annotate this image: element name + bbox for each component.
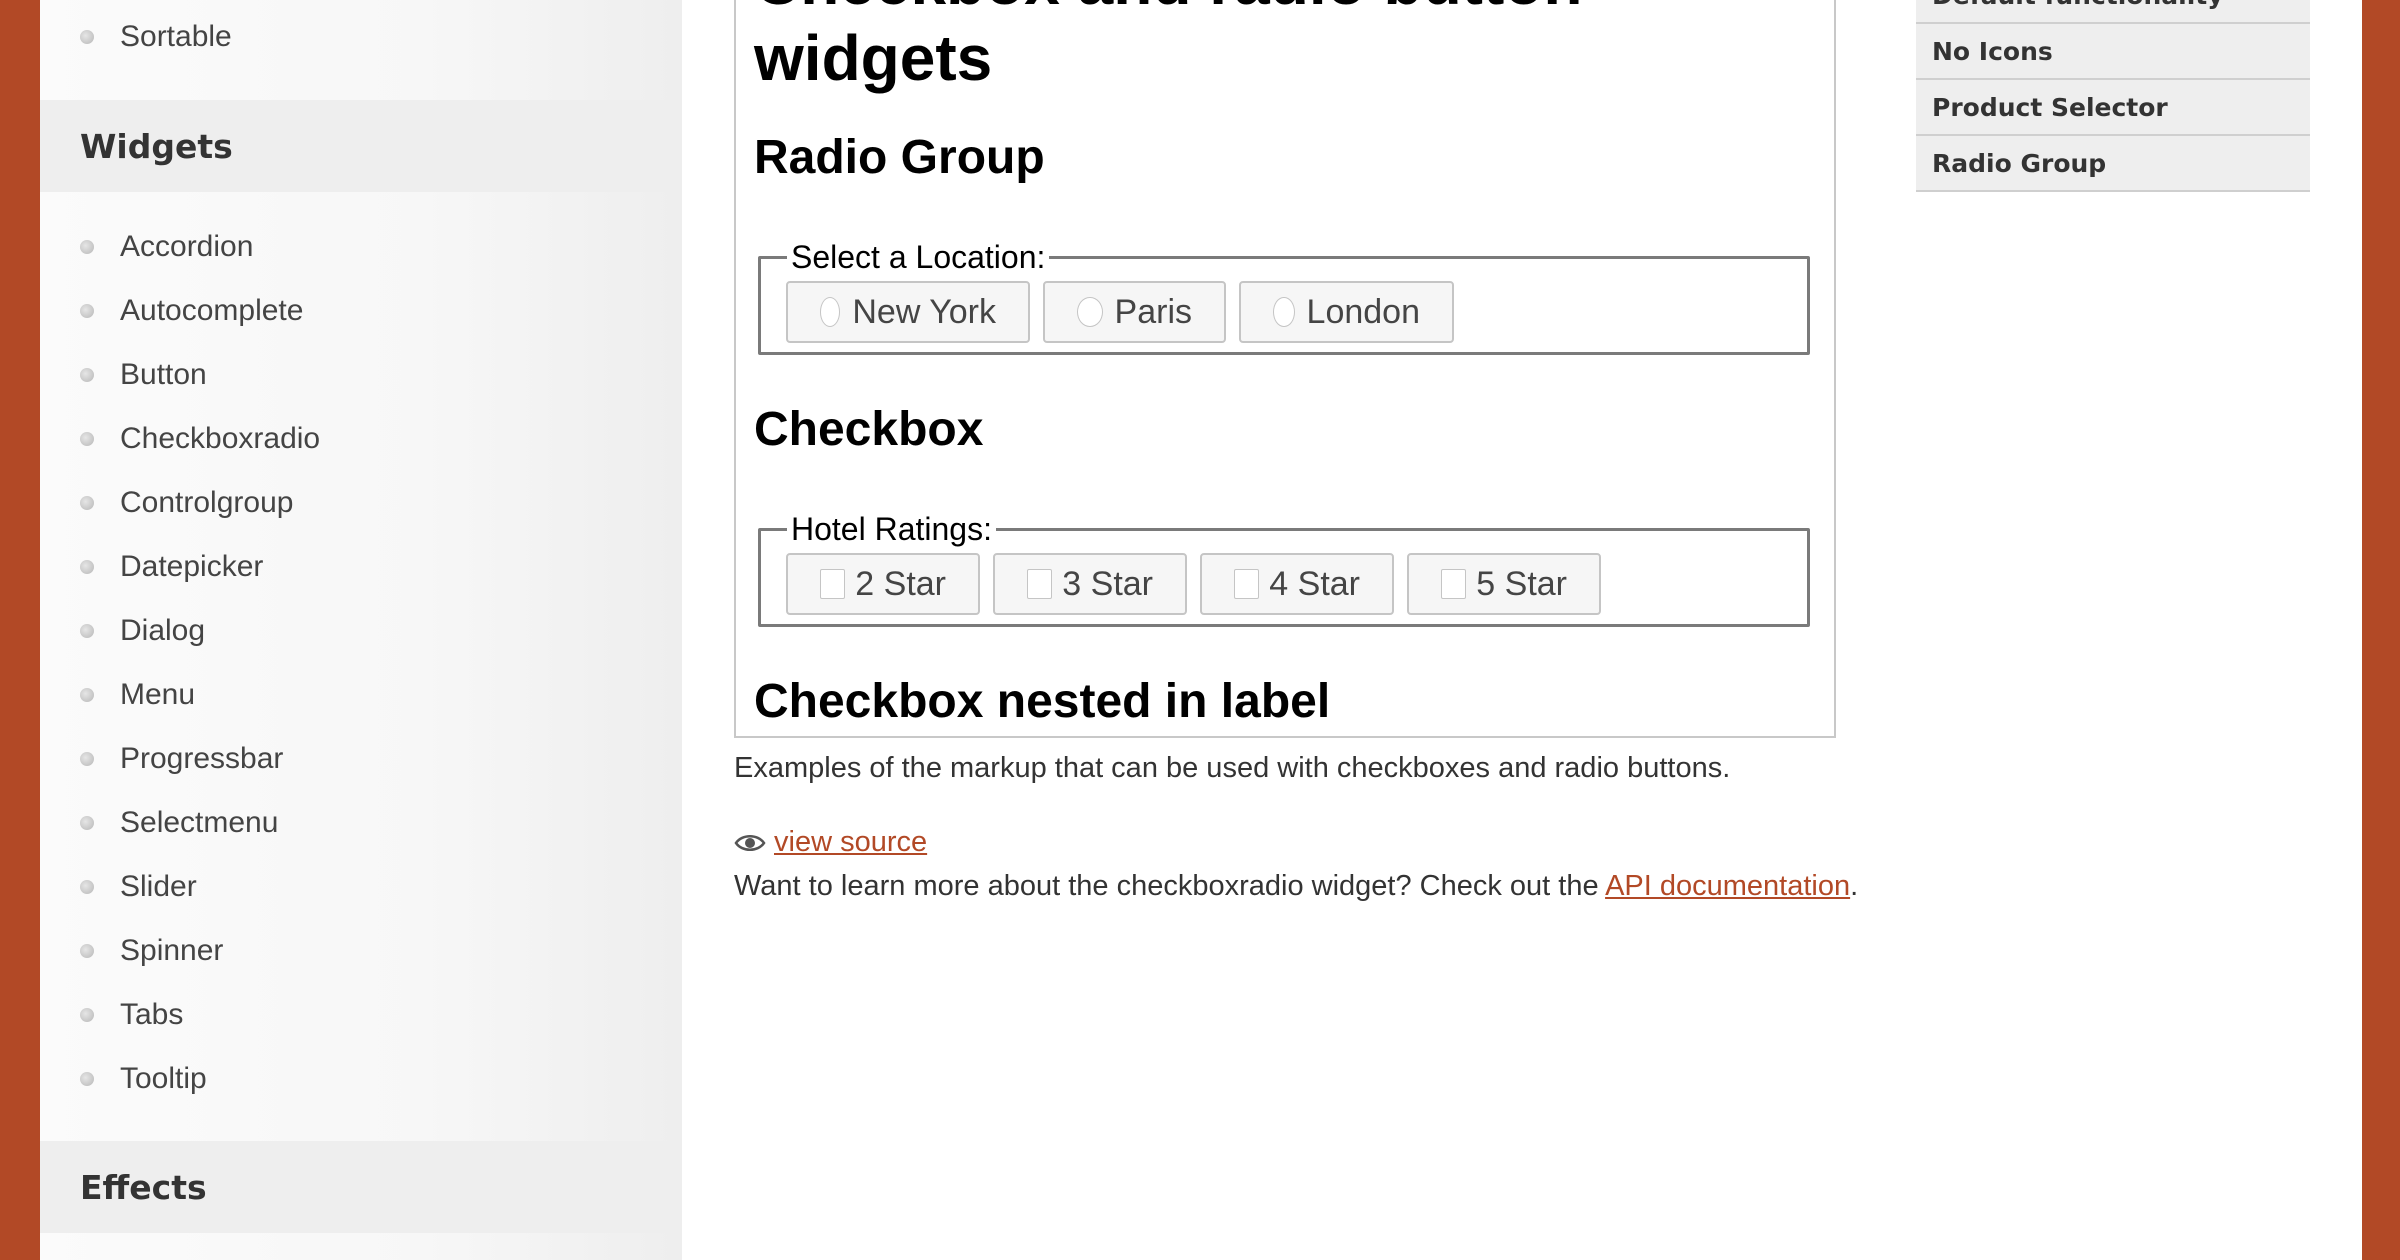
sidebar-heading-widgets[interactable]: Widgets xyxy=(40,100,682,192)
sidebar-item-label: Dialog xyxy=(120,614,206,647)
checkbox-5-star[interactable]: 5 Star xyxy=(1407,553,1601,615)
sidebar-item-sortable[interactable]: Sortable xyxy=(40,5,682,69)
bullet-icon xyxy=(80,560,94,574)
checkbox-3-star[interactable]: 3 Star xyxy=(993,553,1187,615)
radio-icon xyxy=(1077,297,1103,327)
radio-group-heading: Radio Group xyxy=(754,131,1045,184)
learn-more-suffix: . xyxy=(1850,870,1859,902)
example-product-selector[interactable]: Product Selector xyxy=(1916,80,2310,136)
bullet-icon xyxy=(80,624,94,638)
checkbox-heading: Checkbox xyxy=(754,403,984,456)
sidebar-item-label: Tooltip xyxy=(120,1062,207,1095)
bullet-icon xyxy=(80,880,94,894)
location-legend: Select a Location: xyxy=(791,239,1046,275)
page: Sortable Widgets Accordion Autocomplete … xyxy=(40,0,2362,1260)
bullet-icon xyxy=(80,1072,94,1086)
sidebar-item-tooltip[interactable]: Tooltip xyxy=(40,1047,682,1111)
radio-london[interactable]: London xyxy=(1239,281,1454,343)
sidebar-item-label: Button xyxy=(120,358,207,391)
example-no-icons[interactable]: No Icons xyxy=(1916,24,2310,80)
sidebar-item-label: Sortable xyxy=(120,20,232,53)
sidebar-item-label: Slider xyxy=(120,870,197,903)
demo-title: Checkbox and radio button widgets xyxy=(754,0,1582,94)
sidebar-item-label: Progressbar xyxy=(120,742,284,775)
sidebar-heading-effects[interactable]: Effects xyxy=(40,1141,682,1233)
sidebar-item-autocomplete[interactable]: Autocomplete xyxy=(40,279,682,343)
sidebar-item-label: Selectmenu xyxy=(120,806,279,839)
checkbox-2-star[interactable]: 2 Star xyxy=(786,553,980,615)
widgets-list: Accordion Autocomplete Button Checkboxra… xyxy=(40,215,682,1111)
view-source-label: view source xyxy=(774,826,928,858)
bullet-icon xyxy=(80,432,94,446)
learn-more-text: Want to learn more about the checkboxrad… xyxy=(734,870,1858,903)
radio-label: New York xyxy=(852,292,996,331)
eye-icon xyxy=(734,834,766,851)
sidebar-item-button[interactable]: Button xyxy=(40,343,682,407)
sidebar-item-checkboxradio[interactable]: Checkboxradio xyxy=(40,407,682,471)
demo-description: Examples of the markup that can be used … xyxy=(734,752,1731,784)
bullet-icon xyxy=(80,368,94,382)
checkbox-label: 5 Star xyxy=(1476,564,1567,603)
rating-options: 2 Star 3 Star 4 Star 5 Star xyxy=(786,553,1601,615)
sidebar-item-label: Datepicker xyxy=(120,550,264,583)
sidebar-item-tabs[interactable]: Tabs xyxy=(40,983,682,1047)
examples-nav: Default functionality No Icons Product S… xyxy=(1916,0,2310,192)
radio-new-york[interactable]: New York xyxy=(786,281,1030,343)
bullet-icon xyxy=(80,1008,94,1022)
sidebar-item-label: Autocomplete xyxy=(120,294,304,327)
sidebar-item-slider[interactable]: Slider xyxy=(40,855,682,919)
api-documentation-link[interactable]: API documentation xyxy=(1605,870,1850,902)
sidebar-item-label: Accordion xyxy=(120,230,254,263)
radio-icon xyxy=(1273,297,1295,327)
bullet-icon xyxy=(80,688,94,702)
view-source-link[interactable]: view source xyxy=(734,826,927,859)
bullet-icon xyxy=(80,944,94,958)
sidebar-item-menu[interactable]: Menu xyxy=(40,663,682,727)
interactions-list: Sortable xyxy=(40,5,682,69)
checkbox-4-star[interactable]: 4 Star xyxy=(1200,553,1394,615)
checkbox-label: 3 Star xyxy=(1062,564,1153,603)
left-sidebar: Sortable Widgets Accordion Autocomplete … xyxy=(40,0,682,1260)
bullet-icon xyxy=(80,304,94,318)
sidebar-item-controlgroup[interactable]: Controlgroup xyxy=(40,471,682,535)
ratings-legend: Hotel Ratings: xyxy=(791,511,992,547)
radio-paris[interactable]: Paris xyxy=(1043,281,1226,343)
checkbox-icon xyxy=(1234,569,1260,599)
sidebar-item-accordion[interactable]: Accordion xyxy=(40,215,682,279)
checkbox-label: 2 Star xyxy=(855,564,946,603)
radio-label: Paris xyxy=(1114,292,1192,331)
sidebar-item-datepicker[interactable]: Datepicker xyxy=(40,535,682,599)
bullet-icon xyxy=(80,240,94,254)
example-default-functionality[interactable]: Default functionality xyxy=(1916,0,2310,24)
radio-icon xyxy=(820,297,841,327)
demo-frame: Checkbox and radio button widgets Radio … xyxy=(734,0,1836,738)
sidebar-item-label: Checkboxradio xyxy=(120,422,321,455)
bullet-icon xyxy=(80,752,94,766)
sidebar-item-selectmenu[interactable]: Selectmenu xyxy=(40,791,682,855)
bullet-icon xyxy=(80,30,94,44)
sidebar-item-label: Menu xyxy=(120,678,196,711)
location-options: New York Paris London xyxy=(786,281,1454,343)
sidebar-item-label: Spinner xyxy=(120,934,224,967)
example-radio-group[interactable]: Radio Group xyxy=(1916,136,2310,192)
checkbox-icon xyxy=(820,569,846,599)
checkbox-label: 4 Star xyxy=(1269,564,1360,603)
sidebar-item-label: Controlgroup xyxy=(120,486,294,519)
sidebar-item-label: Tabs xyxy=(120,998,184,1031)
radio-label: London xyxy=(1306,292,1420,331)
bullet-icon xyxy=(80,496,94,510)
nested-checkbox-heading: Checkbox nested in label xyxy=(754,675,1331,728)
learn-more-prefix: Want to learn more about the checkboxrad… xyxy=(734,870,1606,902)
checkbox-icon xyxy=(1441,569,1467,599)
sidebar-item-spinner[interactable]: Spinner xyxy=(40,919,682,983)
sidebar-item-dialog[interactable]: Dialog xyxy=(40,599,682,663)
sidebar-item-progressbar[interactable]: Progressbar xyxy=(40,727,682,791)
bullet-icon xyxy=(80,816,94,830)
checkbox-icon xyxy=(1027,569,1053,599)
